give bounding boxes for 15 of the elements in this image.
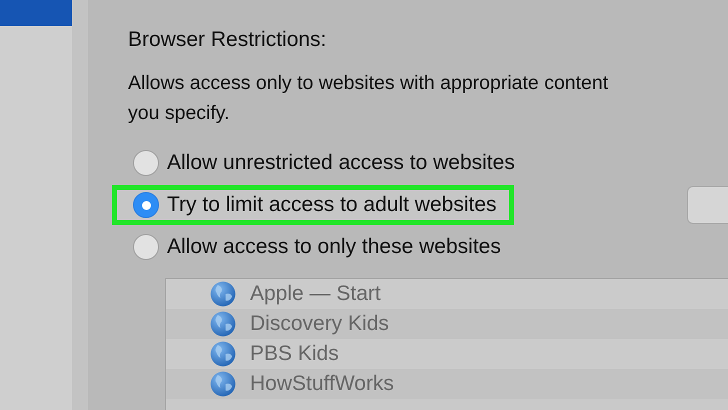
globe-icon bbox=[210, 341, 236, 367]
website-name[interactable]: PBS Kids bbox=[250, 342, 339, 366]
radio-option[interactable]: Allow unrestricted access to websites bbox=[112, 143, 532, 183]
globe-icon bbox=[210, 371, 236, 397]
radio-option[interactable]: Allow access to only these websites bbox=[112, 227, 518, 267]
globe-icon bbox=[210, 311, 236, 337]
button[interactable] bbox=[687, 186, 728, 224]
section-title: Browser Restrictions: bbox=[128, 28, 328, 52]
globe-icon bbox=[210, 281, 236, 307]
website-name[interactable]: Discovery Kids bbox=[250, 312, 389, 336]
radio-option[interactable]: Try to limit access to adult websites bbox=[112, 185, 514, 225]
selected-sidebar-row[interactable] bbox=[0, 0, 72, 26]
website-list[interactable]: Apple — Start Discovery Kids PBS Kids HowStuffWorks bbox=[165, 278, 728, 410]
website-name[interactable]: Apple — Start bbox=[250, 282, 381, 306]
description: Allows access only to websites with appropriate content you specify. bbox=[128, 71, 610, 126]
